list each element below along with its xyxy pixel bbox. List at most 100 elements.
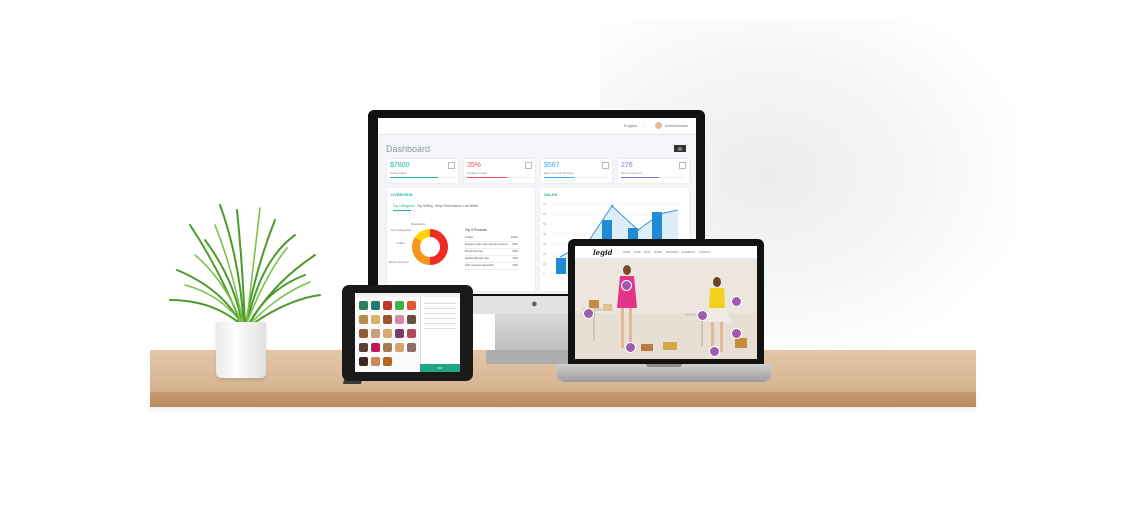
stat-card-expense: $567 Expense Last 30 Days [540, 158, 613, 184]
y-tick: 0 [543, 272, 545, 276]
nav-item[interactable]: CONTACT [699, 251, 710, 254]
donut-label: Top Categories [391, 228, 412, 232]
stat-label: New Customers [621, 171, 643, 175]
y-tick: 20 [543, 252, 547, 256]
tab-last-week[interactable]: Last Week [463, 204, 478, 208]
dashboard-topbar: English ◌ Administrator [378, 118, 696, 135]
product-tile[interactable] [371, 343, 380, 352]
active-tab-indicator [393, 210, 411, 211]
product-hotspot[interactable] [731, 328, 742, 339]
stat-value: $567 [544, 162, 560, 169]
product-tile[interactable] [359, 357, 368, 366]
pay-button[interactable]: PAY [420, 364, 460, 372]
tab-shop-performance[interactable]: Shop Performance [435, 204, 462, 208]
nav-item[interactable]: PAGES [654, 251, 662, 254]
cart-line [424, 328, 456, 329]
product-hotspot[interactable] [709, 346, 720, 357]
overview-panel: OVERVIEW Top Categories Top Selling Shop… [386, 187, 536, 292]
shelf-front [150, 392, 976, 407]
product-tile[interactable] [359, 301, 368, 310]
product-tile[interactable] [371, 315, 380, 324]
product-tile[interactable] [407, 343, 416, 352]
stat-bar [621, 177, 659, 178]
stat-card-growth: 35% Update Growth [463, 158, 536, 184]
pos-cart-panel [420, 297, 459, 370]
product-tile[interactable] [395, 343, 404, 352]
product-tile[interactable] [383, 357, 392, 366]
y-tick: 10 [543, 262, 547, 266]
product-hotspot[interactable] [621, 280, 632, 291]
apple-logo-icon: ● [531, 298, 538, 310]
growth-icon [525, 162, 532, 169]
tab-top-selling[interactable]: Top Selling [417, 204, 433, 208]
page-title: Dashboard [386, 144, 431, 154]
pos-screen: PAY [355, 293, 460, 372]
product-tile[interactable] [407, 315, 416, 324]
donut-chart [412, 229, 448, 265]
product-tile[interactable] [371, 357, 380, 366]
overview-title: OVERVIEW [391, 192, 413, 197]
product-tile[interactable] [383, 343, 392, 352]
product-hotspot[interactable] [731, 296, 742, 307]
stat-value: 276 [621, 162, 633, 169]
user-icon [679, 162, 686, 169]
product-tile[interactable] [359, 329, 368, 338]
y-tick: 30 [543, 242, 547, 246]
cart-line [424, 323, 456, 324]
product-hotspot[interactable] [583, 308, 594, 319]
donut-label: Coffee [396, 241, 405, 245]
shop-screen: legid HOME SHOP BLOG PAGES FEATURES ELEM… [575, 246, 757, 359]
product-hotspot[interactable] [625, 342, 636, 353]
product-tile[interactable] [395, 315, 404, 324]
product-tile[interactable] [383, 315, 392, 324]
product-tile[interactable] [407, 301, 416, 310]
product-tile[interactable] [371, 329, 380, 338]
product-tile[interactable] [407, 329, 416, 338]
stat-value: $7800 [390, 162, 410, 169]
options-button[interactable]: ▤ [674, 145, 686, 152]
cart-line [424, 313, 456, 314]
cart-line [424, 318, 456, 319]
shop-navbar: legid HOME SHOP BLOG PAGES FEATURES ELEM… [575, 246, 757, 258]
product-tile[interactable] [359, 343, 368, 352]
table-row: Kids Crumbs Sandwich 30% [465, 262, 519, 270]
language-selector[interactable]: English [624, 123, 637, 128]
nav-item[interactable]: SHOP [634, 251, 641, 254]
stat-card-customers: 276 New Customers [617, 158, 690, 184]
tab-top-categories[interactable]: Top Categories [393, 204, 414, 208]
product-hotspot[interactable] [697, 310, 708, 321]
y-tick: 40 [543, 232, 547, 236]
monitor-stand [495, 314, 575, 354]
cart-line [424, 303, 456, 304]
product-tile[interactable] [395, 301, 404, 310]
nav-item[interactable]: BLOG [644, 251, 651, 254]
product-tile[interactable] [359, 315, 368, 324]
notification-icon[interactable]: ◌ [644, 123, 646, 128]
plant-leaves-icon [169, 204, 321, 329]
product-tile[interactable] [383, 329, 392, 338]
avatar[interactable] [655, 122, 662, 129]
laptop-notch [646, 364, 682, 367]
product-tile[interactable] [395, 329, 404, 338]
donut-label: Bestsellers [411, 222, 426, 226]
y-tick: 50 [543, 222, 547, 226]
sales-title: SALES [544, 192, 558, 197]
cart-icon [602, 162, 609, 169]
shop-logo[interactable]: legid [593, 248, 613, 257]
donut-label: Books Woman [389, 260, 409, 264]
stat-label: Expense Last 30 Days [544, 171, 575, 175]
product-tile[interactable] [371, 301, 380, 310]
plant-pot [216, 322, 266, 378]
nav-item[interactable]: HOME [623, 251, 630, 254]
product-tile[interactable] [383, 301, 392, 310]
cart-line [424, 308, 456, 309]
stat-label: Update Growth [467, 171, 488, 175]
chart-icon [448, 162, 455, 169]
user-name[interactable]: Administrator [665, 123, 689, 128]
stat-bar [544, 177, 574, 178]
nav-item[interactable]: FEATURES [666, 251, 679, 254]
nav-item[interactable]: ELEMENTS [682, 251, 695, 254]
shop-hero-image [575, 258, 757, 359]
stat-label: Today Sales [390, 171, 407, 175]
y-tick: 70 [543, 202, 547, 206]
